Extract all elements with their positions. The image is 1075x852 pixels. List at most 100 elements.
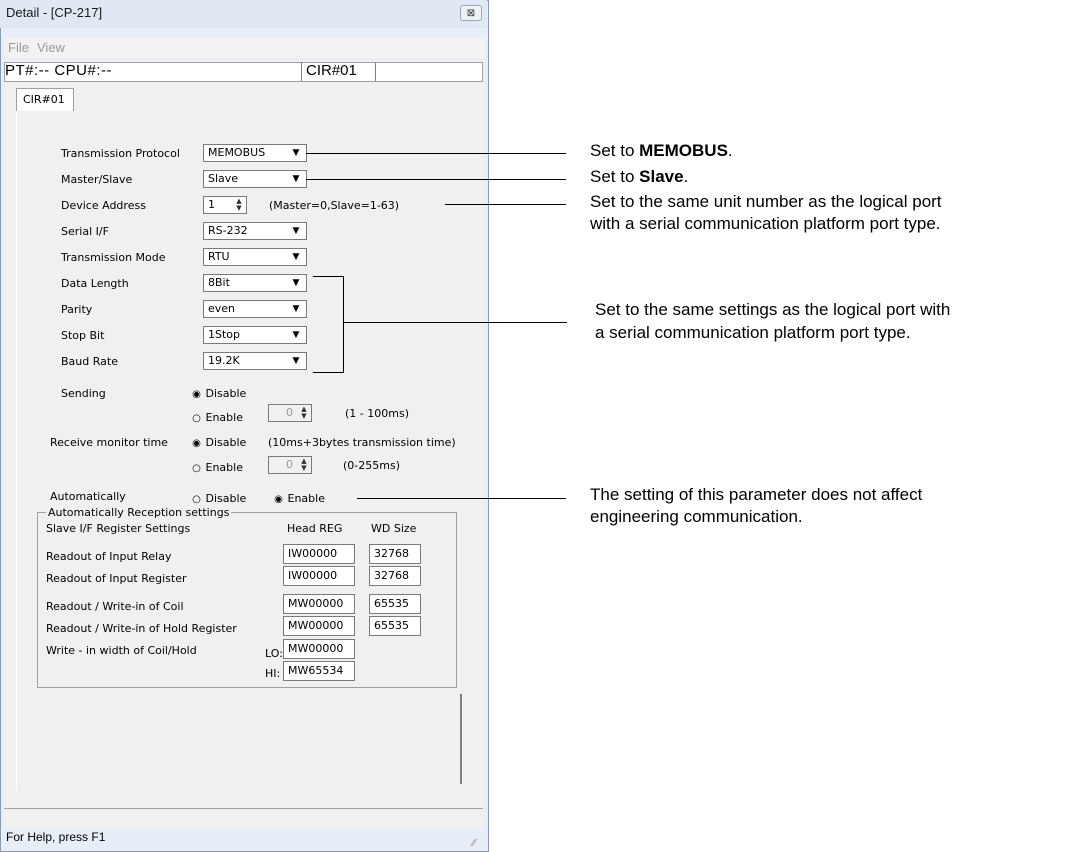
callout-slave-bold: Slave	[639, 167, 684, 186]
receive-enable-label: Enable	[205, 461, 243, 474]
chevron-down-icon[interactable]: ▼	[288, 302, 304, 316]
reception-row-label: Readout / Write-in of Hold Register	[46, 622, 237, 635]
receive-note: (10ms+3bytes transmission time)	[268, 436, 456, 449]
receive-enable-radio[interactable]: ○ Enable	[191, 461, 243, 474]
data-length-value: 8Bit	[208, 276, 230, 289]
radio-unselected-icon: ○	[192, 463, 201, 474]
sending-enable-radio[interactable]: ○ Enable	[191, 411, 243, 424]
chevron-down-icon[interactable]: ▼	[288, 146, 304, 160]
device-address-spinner[interactable]: 1 ▲ ▼	[203, 196, 247, 214]
radio-unselected-icon: ○	[192, 494, 201, 505]
head-reg-input[interactable]: MW00000	[283, 616, 355, 636]
spin-arrows-icon[interactable]: ▲ ▼	[298, 458, 310, 472]
stop-bit-select[interactable]: 1Stop ▼	[203, 326, 307, 344]
sending-time-value: 0	[286, 406, 293, 419]
slave-if-label: Slave I/F Register Settings	[46, 522, 191, 535]
device-address-hint: (Master=0,Slave=1-63)	[269, 199, 400, 212]
wd-size-input[interactable]: 32768	[369, 566, 421, 586]
chevron-down-icon[interactable]: ▼	[288, 172, 304, 186]
callout-unit-number-line2: with a serial communication platform por…	[590, 214, 941, 233]
reception-row-label: Readout of Input Relay	[46, 550, 172, 563]
cir-field: CIR#01	[301, 62, 376, 81]
master-slave-select[interactable]: Slave ▼	[203, 170, 307, 188]
callout-line-same-settings	[343, 322, 567, 323]
chevron-down-icon[interactable]: ▼	[288, 250, 304, 264]
wd-size-input[interactable]: 32768	[369, 544, 421, 564]
callout-slave: Set to Slave.	[590, 166, 688, 188]
spin-arrows-icon[interactable]: ▲ ▼	[298, 406, 310, 420]
callout-line-unit-number	[445, 204, 566, 205]
reception-group-label: Automatically Reception settings	[46, 506, 232, 519]
status-bar-text: For Help, press F1	[6, 830, 106, 844]
tab-strip	[16, 89, 464, 112]
panel-edge	[460, 694, 462, 784]
chevron-down-icon[interactable]: ▼	[288, 328, 304, 342]
callout-unit-number-line1: Set to the same unit number as the logic…	[590, 192, 942, 211]
serial-if-value: RS-232	[208, 224, 248, 237]
transmission-mode-select[interactable]: RTU ▼	[203, 248, 307, 266]
head-reg-header: Head REG	[287, 522, 343, 535]
sending-enable-label: Enable	[205, 411, 243, 424]
auto-disable-radio[interactable]: ○ Disable	[191, 492, 246, 505]
chevron-down-icon[interactable]: ▼	[288, 224, 304, 238]
callout-line-memobus	[306, 153, 566, 154]
menu-bar	[4, 38, 485, 58]
hi-label: HI:	[265, 667, 281, 680]
head-reg-input[interactable]: IW00000	[283, 566, 355, 586]
serial-if-select[interactable]: RS-232 ▼	[203, 222, 307, 240]
data-length-select[interactable]: 8Bit ▼	[203, 274, 307, 292]
receive-time-value: 0	[286, 458, 293, 471]
callout-line-slave	[306, 179, 566, 180]
baud-rate-label: Baud Rate	[61, 355, 118, 368]
write-width-label: Write - in width of Coil/Hold	[46, 644, 197, 657]
lo-register-input[interactable]: MW00000	[283, 639, 355, 659]
master-slave-value: Slave	[208, 172, 239, 185]
baud-rate-select[interactable]: 19.2K ▼	[203, 352, 307, 370]
wd-size-header: WD Size	[371, 522, 417, 535]
resize-grip-icon[interactable]: ⁄⁄	[472, 838, 475, 849]
radio-selected-icon: ◉	[192, 438, 201, 449]
callout-line-automatically	[357, 498, 566, 499]
stop-bit-value: 1Stop	[208, 328, 241, 341]
master-slave-label: Master/Slave	[61, 173, 133, 186]
transmission-mode-label: Transmission Mode	[61, 251, 166, 264]
menu-file[interactable]: File	[8, 40, 29, 55]
automatically-label: Automatically	[50, 490, 126, 503]
chevron-down-icon[interactable]: ▼	[288, 354, 304, 368]
sending-label: Sending	[61, 387, 106, 400]
sending-disable-radio[interactable]: ◉ Disable	[191, 387, 246, 400]
stop-bit-label: Stop Bit	[61, 329, 105, 342]
callout-slave-prefix: Set to	[590, 167, 640, 186]
bracket-bottom	[313, 372, 344, 373]
tab-cir01[interactable]: CIR#01	[16, 88, 74, 112]
hi-register-input[interactable]: MW65534	[283, 661, 355, 681]
receive-monitor-label: Receive monitor time	[50, 436, 168, 449]
menu-view[interactable]: View	[37, 40, 65, 55]
spin-arrows-icon[interactable]: ▲ ▼	[233, 198, 245, 212]
transmission-protocol-select[interactable]: MEMOBUS ▼	[203, 144, 307, 162]
head-reg-input[interactable]: MW00000	[283, 594, 355, 614]
transmission-protocol-value: MEMOBUS	[208, 146, 266, 159]
chevron-down-icon[interactable]: ▼	[288, 276, 304, 290]
callout-memobus-bold: MEMOBUS	[639, 141, 728, 160]
serial-if-label: Serial I/F	[61, 225, 109, 238]
radio-unselected-icon: ○	[192, 413, 201, 424]
auto-enable-radio[interactable]: ◉ Enable	[273, 492, 325, 505]
parity-label: Parity	[61, 303, 93, 316]
parity-select[interactable]: even ▼	[203, 300, 307, 318]
sending-time-spinner[interactable]: 0 ▲ ▼	[268, 404, 312, 422]
callout-same-settings-line2: a serial communication platform port typ…	[595, 323, 911, 342]
receive-disable-radio[interactable]: ◉ Disable	[191, 436, 246, 449]
head-reg-input[interactable]: IW00000	[283, 544, 355, 564]
receive-time-spinner[interactable]: 0 ▲ ▼	[268, 456, 312, 474]
callout-memobus-prefix: Set to	[590, 141, 640, 160]
wd-size-input[interactable]: 65535	[369, 594, 421, 614]
sending-disable-label: Disable	[205, 387, 247, 400]
wd-size-input[interactable]: 65535	[369, 616, 421, 636]
reception-row-label: Readout of Input Register	[46, 572, 187, 585]
callout-memobus: Set to MEMOBUS.	[590, 140, 733, 162]
sending-range: (1 - 100ms)	[345, 407, 409, 420]
auto-disable-label: Disable	[205, 492, 247, 505]
close-button[interactable]: ⊠	[460, 5, 482, 21]
callout-memobus-suffix: .	[727, 141, 733, 160]
